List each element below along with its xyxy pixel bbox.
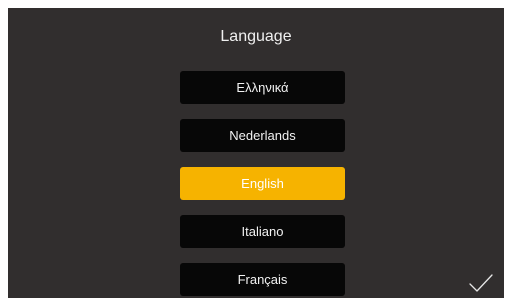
language-screen: Language Ελληνικά Nederlands English Ita…	[8, 8, 504, 298]
language-option-dutch[interactable]: Nederlands	[180, 119, 345, 152]
language-option-label: Italiano	[241, 224, 284, 239]
language-option-greek[interactable]: Ελληνικά	[180, 71, 345, 104]
language-option-label: Nederlands	[229, 128, 296, 143]
language-option-italian[interactable]: Italiano	[180, 215, 345, 248]
language-option-label: Ελληνικά	[236, 80, 289, 95]
language-option-label: Français	[237, 272, 288, 287]
language-list: Ελληνικά Nederlands English Italiano Fra…	[180, 71, 345, 298]
language-option-french[interactable]: Français	[180, 263, 345, 296]
confirm-button[interactable]	[468, 272, 494, 294]
language-option-label: English	[241, 176, 284, 191]
language-option-english[interactable]: English	[180, 167, 345, 200]
page-title: Language	[220, 28, 292, 45]
checkmark-icon	[469, 274, 493, 292]
